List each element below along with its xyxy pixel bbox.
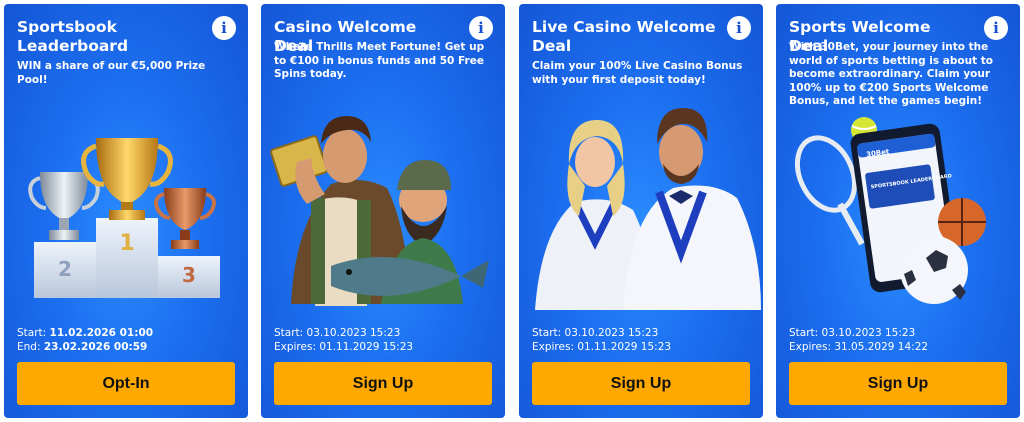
start-value: 03.10.2023 15:23 xyxy=(564,327,659,339)
info-glyph: i xyxy=(736,18,742,37)
opt-in-button[interactable]: Opt-In xyxy=(17,362,235,405)
podium-number-2: 2 xyxy=(58,257,72,281)
end-value: 01.11.2029 15:23 xyxy=(319,341,414,353)
card-dates: Start: 03.10.2023 15:23 Expires: 01.11.2… xyxy=(274,326,413,354)
card-description: WIN a share of our €5,000 Prize Pool! xyxy=(17,60,206,86)
end-value: 01.11.2029 15:23 xyxy=(577,341,672,353)
info-glyph: i xyxy=(478,18,484,37)
start-label: Start: xyxy=(789,327,819,339)
sign-up-button[interactable]: Sign Up xyxy=(274,362,492,405)
card-description: With 30Bet, your journey into the world … xyxy=(789,41,994,107)
card-title: Sportsbook Leaderboard xyxy=(17,18,129,55)
card-title: Live Casino Welcome Deal xyxy=(532,18,716,55)
card-dates: Start: 03.10.2023 15:23 Expires: 01.11.2… xyxy=(532,326,671,354)
card-description: Where Thrills Meet Fortune! Get up to €1… xyxy=(274,41,485,80)
promo-card-live-casino-welcome: Live Casino Welcome Deal i Claim your 10… xyxy=(519,4,763,418)
podium-number-3: 3 xyxy=(182,263,196,287)
start-value: 03.10.2023 15:23 xyxy=(821,327,916,339)
start-label: Start: xyxy=(532,327,562,339)
info-glyph: i xyxy=(993,18,999,37)
info-icon[interactable]: i xyxy=(727,16,751,40)
end-value: 31.05.2029 14:22 xyxy=(834,341,929,353)
info-icon[interactable]: i xyxy=(212,16,236,40)
start-value: 11.02.2026 01:00 xyxy=(49,327,154,339)
start-value: 03.10.2023 15:23 xyxy=(306,327,401,339)
card-dates: Start: 03.10.2023 15:23 Expires: 31.05.2… xyxy=(789,326,928,354)
promo-card-sportsbook-leaderboard: 2 1 3 Sportsbook Leaderboard i WIN a sha… xyxy=(4,4,248,418)
sign-up-button[interactable]: Sign Up xyxy=(532,362,750,405)
info-glyph: i xyxy=(221,18,227,37)
info-icon[interactable]: i xyxy=(984,16,1008,40)
end-label: Expires: xyxy=(789,341,831,353)
end-label: End: xyxy=(17,341,41,353)
card-dates: Start: 11.02.2026 01:00 End: 23.02.2026 … xyxy=(17,326,153,354)
end-label: Expires: xyxy=(532,341,574,353)
start-label: Start: xyxy=(274,327,304,339)
end-value: 23.02.2026 00:59 xyxy=(43,341,148,353)
end-label: Expires: xyxy=(274,341,316,353)
promo-card-sports-welcome: 30Bet SPORTSBOOK LEADERBOARD Sports Welc… xyxy=(776,4,1020,418)
start-label: Start: xyxy=(17,327,47,339)
sign-up-button[interactable]: Sign Up xyxy=(789,362,1007,405)
info-icon[interactable]: i xyxy=(469,16,493,40)
promo-card-casino-welcome: Casino Welcome Deal i Where Thrills Meet… xyxy=(261,4,505,418)
card-description: Claim your 100% Live Casino Bonus with y… xyxy=(532,60,743,86)
podium-number-1: 1 xyxy=(119,231,134,256)
